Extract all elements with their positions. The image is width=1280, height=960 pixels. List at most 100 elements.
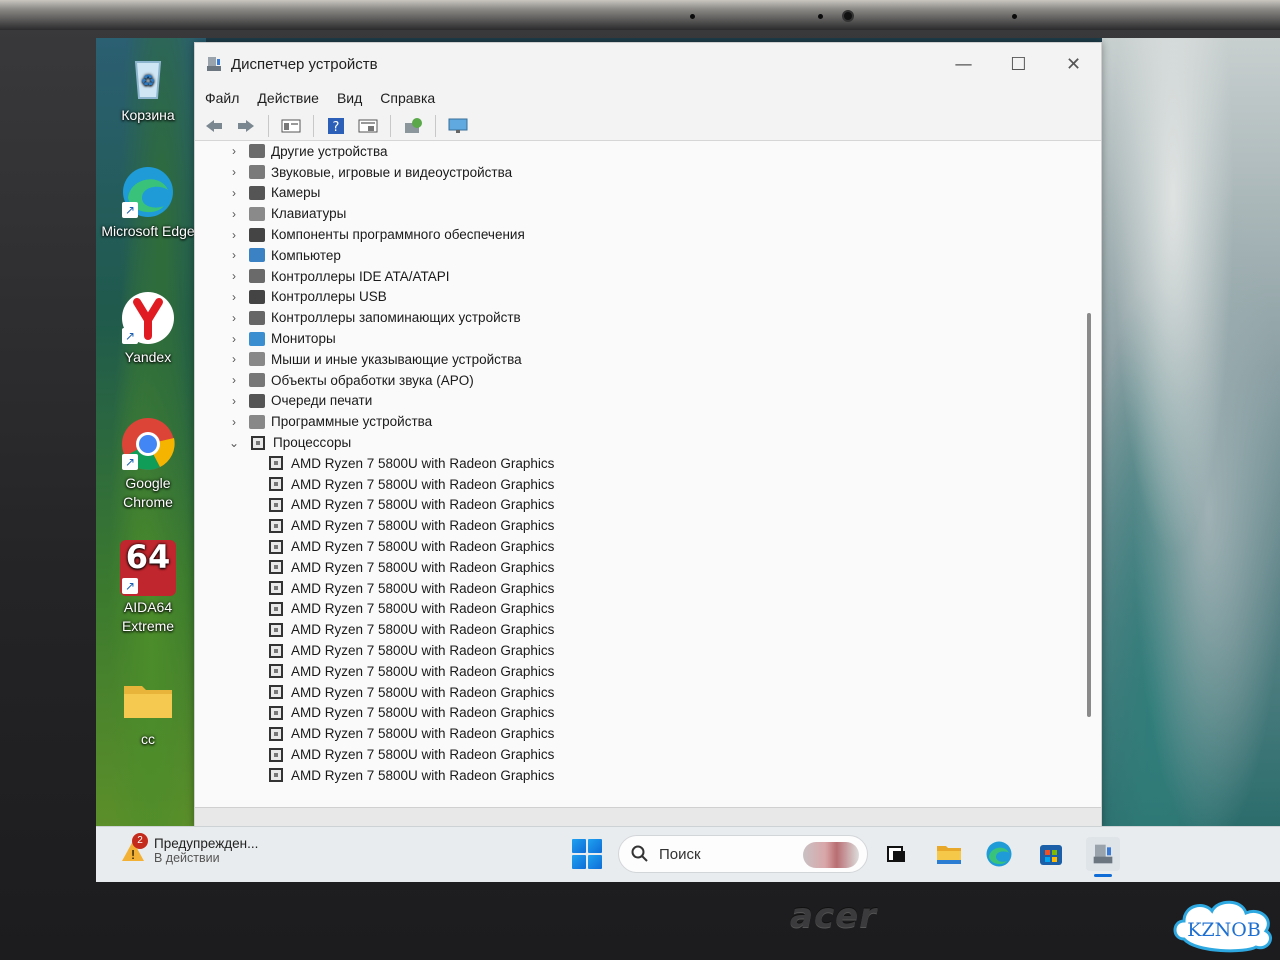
update-driver-icon[interactable] xyxy=(400,114,426,138)
processor-icon xyxy=(267,767,285,783)
chevron-right-icon[interactable]: › xyxy=(227,332,241,346)
menu-help[interactable]: Справка xyxy=(380,90,435,106)
close-button[interactable]: ✕ xyxy=(1046,43,1101,85)
tree-category[interactable]: › Мыши и иные указывающие устройства xyxy=(195,349,1075,370)
device-category-icon xyxy=(249,165,265,180)
forward-icon[interactable] xyxy=(233,114,259,138)
chevron-right-icon[interactable]: › xyxy=(227,290,241,304)
processor-label: AMD Ryzen 7 5800U with Radeon Graphics xyxy=(291,767,555,783)
taskbar: ! 2 Предупрежден... В действии Поиск xyxy=(96,826,1280,882)
chevron-right-icon[interactable]: › xyxy=(227,165,241,179)
tree-category-label: Процессоры xyxy=(273,435,352,451)
properties-icon[interactable] xyxy=(278,114,304,138)
processor-item[interactable]: AMD Ryzen 7 5800U with Radeon Graphics xyxy=(195,536,1075,557)
tree-category-label: Объекты обработки звука (APO) xyxy=(271,372,474,388)
task-view-icon[interactable] xyxy=(880,837,914,871)
tree-category[interactable]: ⌄ Процессоры xyxy=(195,432,1075,453)
tree-category[interactable]: › Контроллеры USB xyxy=(195,287,1075,308)
processor-item[interactable]: AMD Ryzen 7 5800U with Radeon Graphics xyxy=(195,744,1075,765)
processor-item[interactable]: AMD Ryzen 7 5800U with Radeon Graphics xyxy=(195,765,1075,786)
processor-item[interactable]: AMD Ryzen 7 5800U with Radeon Graphics xyxy=(195,723,1075,744)
edge-icon: ↗ xyxy=(120,164,176,220)
tree-category[interactable]: › Другие устройства xyxy=(195,141,1075,162)
chevron-right-icon[interactable]: › xyxy=(227,228,241,242)
tree-category[interactable]: › Компоненты программного обеспечения xyxy=(195,224,1075,245)
chrome-icon: ↗ xyxy=(120,416,176,472)
tree-category[interactable]: › Контроллеры IDE ATA/ATAPI xyxy=(195,266,1075,287)
processor-item[interactable]: AMD Ryzen 7 5800U with Radeon Graphics xyxy=(195,474,1075,495)
tree-category[interactable]: › Программные устройства xyxy=(195,411,1075,432)
processor-item[interactable]: AMD Ryzen 7 5800U with Radeon Graphics xyxy=(195,703,1075,724)
desktop-icon-chrome[interactable]: ↗ Google Chrome xyxy=(100,416,196,512)
tree-category[interactable]: › Камеры xyxy=(195,183,1075,204)
chevron-right-icon[interactable]: › xyxy=(227,311,241,325)
store-icon[interactable] xyxy=(1034,837,1068,871)
menu-action[interactable]: Действие xyxy=(257,90,319,106)
tree-category[interactable]: › Компьютер xyxy=(195,245,1075,266)
processor-label: AMD Ryzen 7 5800U with Radeon Graphics xyxy=(291,497,555,513)
taskbar-search[interactable]: Поиск xyxy=(618,835,868,873)
back-icon[interactable] xyxy=(201,114,227,138)
details-icon[interactable] xyxy=(355,114,381,138)
device-category-icon xyxy=(249,185,265,200)
menu-view[interactable]: Вид xyxy=(337,90,362,106)
device-manager-taskbar-icon[interactable] xyxy=(1086,837,1120,877)
processor-item[interactable]: AMD Ryzen 7 5800U with Radeon Graphics xyxy=(195,682,1075,703)
title-bar[interactable]: Диспетчер устройств — ☐ ✕ xyxy=(195,43,1101,85)
device-category-icon xyxy=(249,373,265,388)
desktop-icon-aida64[interactable]: 64 ↗ AIDA64 Extreme xyxy=(100,540,196,636)
processor-item[interactable]: AMD Ryzen 7 5800U with Radeon Graphics xyxy=(195,453,1075,474)
chevron-right-icon[interactable]: › xyxy=(227,248,241,262)
desktop-icon-edge[interactable]: ↗ Microsoft Edge xyxy=(100,164,196,241)
tree-category[interactable]: › Контроллеры запоминающих устройств xyxy=(195,307,1075,328)
processor-item[interactable]: AMD Ryzen 7 5800U with Radeon Graphics xyxy=(195,599,1075,620)
desktop-icon-label: Google Chrome xyxy=(123,475,173,510)
chevron-right-icon[interactable]: › xyxy=(227,269,241,283)
chevron-right-icon[interactable]: › xyxy=(227,373,241,387)
processor-item[interactable]: AMD Ryzen 7 5800U with Radeon Graphics xyxy=(195,557,1075,578)
tree-category[interactable]: › Мониторы xyxy=(195,328,1075,349)
tree-category[interactable]: › Очереди печати xyxy=(195,391,1075,412)
help-icon[interactable]: ? xyxy=(323,114,349,138)
chevron-right-icon[interactable]: › xyxy=(227,207,241,221)
processor-icon xyxy=(267,622,285,638)
processor-item[interactable]: AMD Ryzen 7 5800U with Radeon Graphics xyxy=(195,619,1075,640)
active-app-indicator xyxy=(1094,874,1112,877)
tree-category[interactable]: › Объекты обработки звука (APO) xyxy=(195,370,1075,391)
yandex-icon: ↗ xyxy=(120,290,176,346)
svg-text:?: ? xyxy=(333,120,340,135)
desktop-icon-label: Yandex xyxy=(124,349,172,365)
processor-item[interactable]: AMD Ryzen 7 5800U with Radeon Graphics xyxy=(195,661,1075,682)
menu-file[interactable]: Файл xyxy=(205,90,239,106)
desktop-icon-yandex[interactable]: ↗ Yandex xyxy=(100,290,196,367)
processor-item[interactable]: AMD Ryzen 7 5800U with Radeon Graphics xyxy=(195,640,1075,661)
edge-taskbar-icon[interactable] xyxy=(982,837,1016,871)
monitor-icon[interactable] xyxy=(445,114,471,138)
tree-category[interactable]: › Звуковые, игровые и видеоустройства xyxy=(195,162,1075,183)
maximize-button[interactable]: ☐ xyxy=(991,43,1046,85)
device-category-icon xyxy=(249,248,265,263)
tree-category[interactable]: › Клавиатуры xyxy=(195,203,1075,224)
minimize-button[interactable]: — xyxy=(936,43,991,85)
notification-widget[interactable]: ! 2 Предупрежден... В действии xyxy=(118,833,258,865)
processor-icon xyxy=(267,663,285,679)
chevron-right-icon[interactable]: › xyxy=(227,394,241,408)
file-explorer-icon[interactable] xyxy=(932,837,966,871)
chevron-right-icon[interactable]: › xyxy=(227,415,241,429)
chevron-right-icon[interactable]: › xyxy=(227,144,241,158)
device-category-icon xyxy=(249,227,265,242)
desktop-icon-folder-cc[interactable]: cc xyxy=(100,672,196,749)
processor-item[interactable]: AMD Ryzen 7 5800U with Radeon Graphics xyxy=(195,495,1075,516)
chevron-right-icon[interactable]: › xyxy=(227,186,241,200)
vertical-scrollbar[interactable] xyxy=(1087,313,1091,717)
processor-item[interactable]: AMD Ryzen 7 5800U with Radeon Graphics xyxy=(195,515,1075,536)
processor-item[interactable]: AMD Ryzen 7 5800U with Radeon Graphics xyxy=(195,578,1075,599)
watermark-text: KZNOB xyxy=(1187,919,1261,941)
warning-icon: ! 2 xyxy=(118,833,148,865)
chevron-down-icon[interactable]: ⌄ xyxy=(227,436,241,450)
chevron-right-icon[interactable]: › xyxy=(227,352,241,366)
sensor-dot xyxy=(690,14,695,19)
desktop-icon-recycle-bin[interactable]: ♻ Корзина xyxy=(100,48,196,125)
start-button[interactable] xyxy=(572,839,602,869)
notification-badge: 2 xyxy=(132,833,148,849)
